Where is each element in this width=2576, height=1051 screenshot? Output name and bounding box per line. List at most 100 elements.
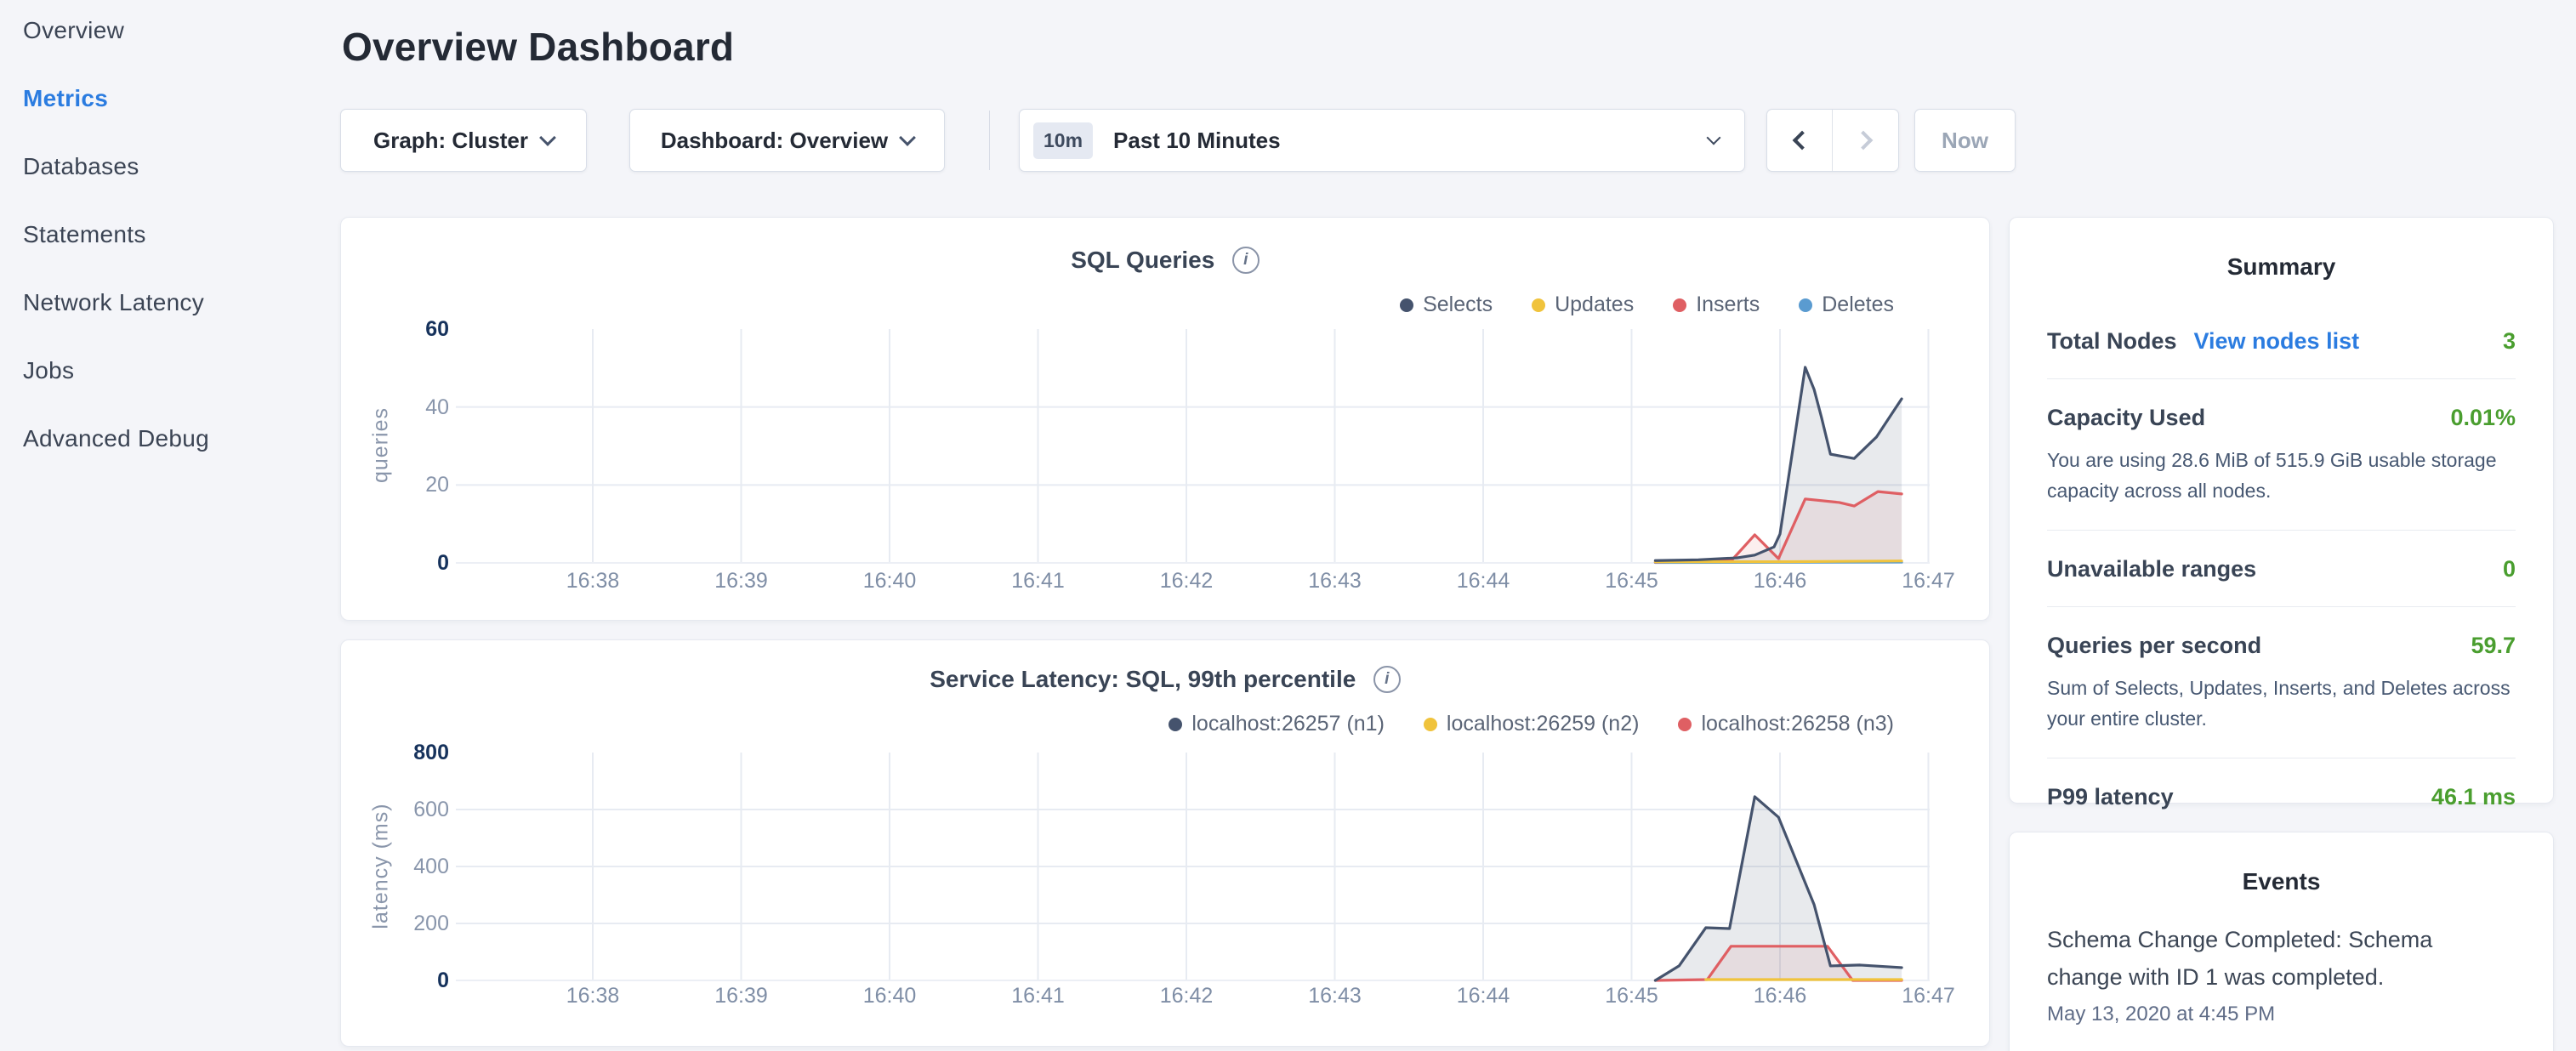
graph-scope-dropdown[interactable]: Graph: Cluster	[340, 109, 587, 172]
view-nodes-link[interactable]: View nodes list	[2194, 328, 2360, 355]
summary-description: Sum of Selects, Updates, Inserts, and De…	[2047, 673, 2516, 734]
y-tick-label: 200	[341, 911, 449, 936]
legend-label: Selects	[1423, 293, 1493, 317]
legend-dot-icon	[1673, 298, 1686, 312]
summary-label: P99 latency	[2047, 784, 2174, 810]
legend-label: localhost:26257 (n1)	[1191, 712, 1385, 736]
events-panel: Events Schema Change Completed: Schema c…	[2009, 832, 2554, 1051]
summary-value: 0	[2503, 556, 2516, 582]
x-tick-label: 16:45	[1581, 984, 1683, 1008]
legend-label: Inserts	[1696, 293, 1760, 317]
x-tick-label: 16:40	[839, 569, 941, 593]
next-time-button[interactable]	[1833, 110, 1898, 171]
chart-title: Service Latency: SQL, 99th percentile	[930, 666, 1356, 692]
legend-item: Inserts	[1673, 293, 1760, 317]
summary-panel: Summary Total Nodes View nodes list 3 Ca…	[2009, 217, 2554, 804]
dashboard-label: Dashboard: Overview	[661, 128, 888, 154]
y-tick-label: 0	[341, 550, 449, 576]
legend-label: Updates	[1555, 293, 1634, 317]
x-tick-label: 16:47	[1878, 569, 1980, 593]
event-item[interactable]: Schema Change Completed: Schema change w…	[2047, 921, 2516, 1026]
summary-row-capacity: Capacity Used 0.01% You are using 28.6 M…	[2047, 405, 2516, 506]
info-icon[interactable]: i	[1373, 666, 1401, 693]
x-tick-label: 16:47	[1878, 984, 1980, 1008]
x-tick-label: 16:39	[691, 984, 793, 1008]
legend-item: localhost:26259 (n2)	[1424, 712, 1640, 736]
legend-label: localhost:26258 (n3)	[1701, 712, 1894, 736]
chart-svg	[456, 753, 1930, 980]
now-button[interactable]: Now	[1914, 109, 2016, 172]
summary-value: 0.01%	[2450, 405, 2516, 431]
summary-row-total-nodes: Total Nodes View nodes list 3	[2047, 328, 2516, 355]
dashboard-dropdown[interactable]: Dashboard: Overview	[629, 109, 945, 172]
chart-plot	[456, 753, 1932, 980]
x-tick-label: 16:42	[1135, 569, 1237, 593]
event-text: Schema Change Completed: Schema change w…	[2047, 921, 2489, 996]
time-range-selector[interactable]: 10m Past 10 Minutes	[1019, 109, 1745, 172]
sidebar-item-statements[interactable]: Statements	[23, 222, 329, 247]
sidebar-item-jobs[interactable]: Jobs	[23, 358, 329, 383]
sidebar-item-advanced-debug[interactable]: Advanced Debug	[23, 426, 329, 452]
legend-item: Deletes	[1799, 293, 1894, 317]
x-tick-label: 16:43	[1284, 569, 1386, 593]
summary-value: 46.1 ms	[2431, 784, 2516, 810]
info-icon[interactable]: i	[1232, 247, 1260, 274]
y-axis-title: queries	[369, 318, 394, 573]
chart-title: SQL Queries	[1071, 247, 1214, 273]
sidebar-item-network-latency[interactable]: Network Latency	[23, 290, 329, 315]
legend-item: localhost:26258 (n3)	[1678, 712, 1894, 736]
chevron-down-icon	[539, 129, 556, 146]
prev-time-button[interactable]	[1767, 110, 1833, 171]
x-tick-label: 16:39	[691, 569, 793, 593]
legend-dot-icon	[1799, 298, 1812, 312]
summary-label: Total Nodes	[2047, 328, 2177, 355]
chart-plot	[456, 329, 1932, 563]
page-title: Overview Dashboard	[342, 24, 734, 70]
summary-value: 3	[2503, 328, 2516, 355]
events-title: Events	[2047, 868, 2516, 895]
legend-dot-icon	[1169, 718, 1182, 731]
y-tick-label: 60	[341, 316, 449, 342]
x-tick-label: 16:38	[542, 984, 644, 1008]
sidebar-item-metrics[interactable]: Metrics	[23, 86, 329, 111]
summary-row-p99-latency: P99 latency 46.1 ms	[2047, 784, 2516, 810]
x-tick-label: 16:43	[1284, 984, 1386, 1008]
y-tick-label: 600	[341, 797, 449, 822]
chart-legend: Selects Updates Inserts Deletes	[1400, 293, 1894, 317]
now-button-label: Now	[1942, 128, 1988, 154]
y-tick-label: 400	[341, 854, 449, 879]
graph-scope-label: Graph: Cluster	[373, 128, 528, 154]
summary-label: Queries per second	[2047, 633, 2261, 659]
service-latency-chart-card: Service Latency: SQL, 99th percentile i …	[340, 639, 1990, 1047]
y-tick-label: 40	[341, 395, 449, 420]
legend-item: Updates	[1532, 293, 1634, 317]
summary-title: Summary	[2047, 253, 2516, 281]
legend-item: localhost:26257 (n1)	[1169, 712, 1385, 736]
sidebar-item-overview[interactable]: Overview	[23, 18, 329, 43]
legend-item: Selects	[1400, 293, 1493, 317]
chart-svg	[456, 329, 1930, 563]
legend-label: Deletes	[1822, 293, 1894, 317]
sidebar: Overview Metrics Databases Statements Ne…	[23, 18, 329, 494]
event-timestamp: May 13, 2020 at 4:45 PM	[2047, 1003, 2516, 1026]
x-tick-label: 16:44	[1432, 984, 1534, 1008]
time-range-label: Past 10 Minutes	[1113, 128, 1281, 154]
x-tick-label: 16:41	[987, 984, 1089, 1008]
x-tick-label: 16:46	[1729, 984, 1831, 1008]
divider	[2047, 378, 2516, 379]
legend-dot-icon	[1424, 718, 1437, 731]
summary-row-unavailable-ranges: Unavailable ranges 0	[2047, 556, 2516, 582]
toolbar-divider	[989, 111, 990, 170]
divider	[2047, 606, 2516, 607]
legend-label: localhost:26259 (n2)	[1447, 712, 1640, 736]
sidebar-item-databases[interactable]: Databases	[23, 154, 329, 179]
y-tick-label: 0	[341, 968, 449, 993]
time-step-buttons	[1766, 109, 1899, 172]
chevron-down-icon	[899, 129, 916, 146]
sql-queries-chart-card: SQL Queries i Selects Updates Inserts Delet…	[340, 217, 1990, 621]
summary-label: Capacity Used	[2047, 405, 2205, 431]
chevron-left-icon	[1793, 131, 1812, 151]
divider	[2047, 530, 2516, 531]
x-tick-label: 16:41	[987, 569, 1089, 593]
x-tick-label: 16:46	[1729, 569, 1831, 593]
